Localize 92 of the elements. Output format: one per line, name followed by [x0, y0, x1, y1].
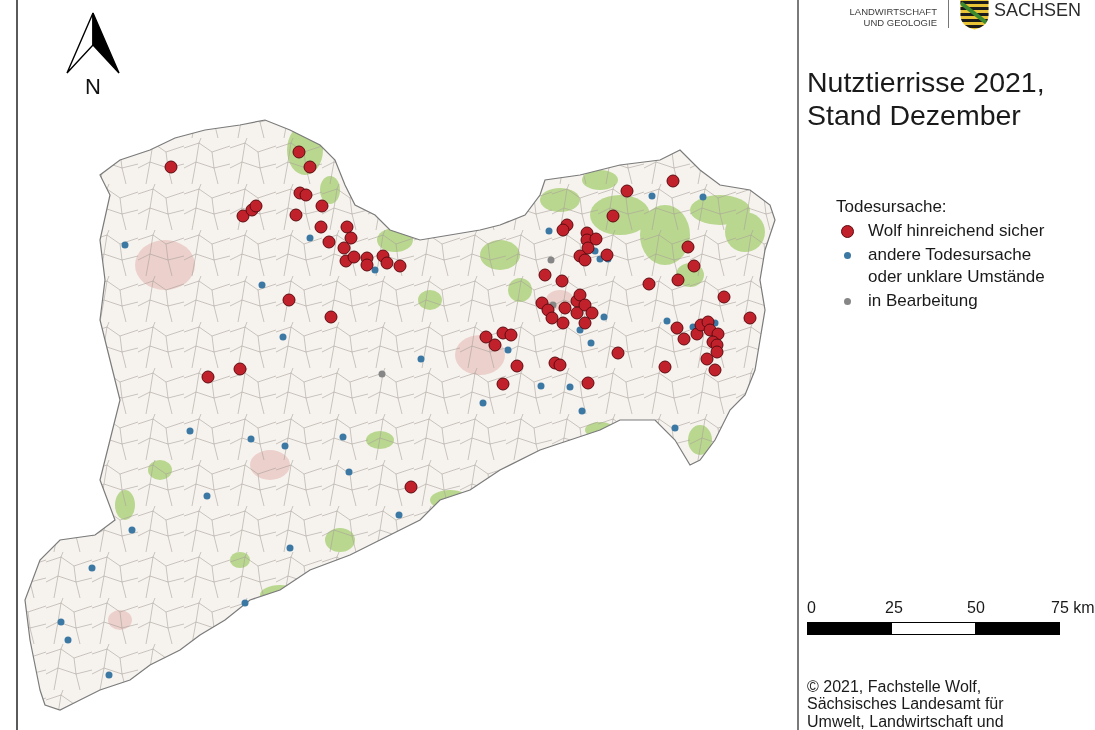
map-marker-icon [201, 370, 215, 384]
map-marker-icon [337, 241, 351, 255]
map-marker-icon [340, 220, 354, 234]
map-marker-icon [620, 184, 634, 198]
map-marker-icon [699, 193, 707, 201]
map-marker-icon [510, 359, 524, 373]
map-marker-icon [105, 671, 113, 679]
map-marker-icon [186, 427, 194, 435]
map-marker-icon [547, 256, 555, 264]
map-marker-icon [247, 435, 255, 443]
north-label: N [85, 74, 101, 99]
map-marker-icon [203, 492, 211, 500]
map-marker-icon [322, 235, 336, 249]
map-marker-icon [556, 223, 570, 237]
map-marker-icon [611, 346, 625, 360]
map-marker-icon [279, 333, 287, 341]
coat-of-arms-icon [959, 0, 989, 30]
map-marker-icon [587, 339, 595, 347]
map-marker-icon [233, 362, 247, 376]
map-marker-icon [671, 273, 685, 287]
copyright-text: © 2021, Fachstelle Wolf, Sächsisches Landesamt für Umwelt, Landwirtschaft und [807, 677, 1005, 730]
map-marker-icon [395, 511, 403, 519]
map-marker-icon [258, 281, 266, 289]
map-marker-icon [417, 355, 425, 363]
legend-label: in Bearbeitung [868, 290, 978, 312]
agency-name: LANDWIRTSCHAFT UND GEOLOGIE [848, 6, 937, 28]
map-marker-icon [537, 382, 545, 390]
map-marker-icon [671, 424, 679, 432]
map-marker-icon [570, 306, 584, 320]
map-marker-icon [648, 192, 656, 200]
map-marker-icon [717, 290, 731, 304]
map-marker-icon [88, 564, 96, 572]
map-marker-icon [347, 250, 361, 264]
map-marker-icon [700, 352, 714, 366]
scale-label: 75 km [1051, 599, 1095, 617]
map-marker-icon [299, 188, 313, 202]
map-marker-icon [553, 358, 567, 372]
map-marker-icon [545, 311, 559, 325]
map-marker-icon [743, 311, 757, 325]
legend-label: Wolf hinreichend sicher [868, 220, 1045, 242]
map-marker-icon [281, 442, 289, 450]
map-marker-icon [292, 145, 306, 159]
map-marker-icon [708, 363, 722, 377]
map-marker-icon [315, 199, 329, 213]
map-marker-icon [496, 377, 510, 391]
map-marker-icon [121, 241, 129, 249]
map-marker-icon [681, 240, 695, 254]
map-marker-icon [339, 433, 347, 441]
map-marker-icon [241, 599, 249, 607]
map-marker-icon [578, 407, 586, 415]
map-marker-icon [642, 277, 656, 291]
map-marker-icon [378, 370, 386, 378]
map-marker-icon [581, 376, 595, 390]
map-marker-icon [282, 293, 296, 307]
map-marker-icon [286, 544, 294, 552]
map-marker-icon [555, 274, 569, 288]
scale-label: 25 [885, 599, 903, 617]
map-marker-icon [393, 259, 407, 273]
map-marker-icon [345, 468, 353, 476]
map-marker-icon [606, 209, 620, 223]
scale-label: 0 [807, 599, 816, 617]
map-marker-icon [578, 298, 592, 312]
map-marker-icon [566, 383, 574, 391]
map-marker-icon [504, 346, 512, 354]
map-marker-icon [687, 259, 701, 273]
map-marker-icon [164, 160, 178, 174]
map-marker-icon [504, 328, 518, 342]
map-marker-icon [324, 310, 338, 324]
map-title: Nutztierrisse 2021, Stand Dezember [807, 66, 1046, 132]
map-marker-icon [479, 330, 493, 344]
map-marker-icon [538, 268, 552, 282]
map-marker-icon [573, 288, 587, 302]
scale-label: 50 [967, 599, 985, 617]
map-marker-icon [249, 199, 263, 213]
map-marker-icon [710, 345, 724, 359]
map-marker-icon [658, 360, 672, 374]
map-marker-icon [289, 208, 303, 222]
north-arrow-icon [66, 12, 120, 74]
map-marker-icon [128, 526, 136, 534]
map-marker-icon [545, 227, 553, 235]
map-marker-icon [404, 480, 418, 494]
state-name: SACHSEN [993, 0, 1081, 20]
map-marker-icon [666, 174, 680, 188]
map-marker-icon [479, 399, 487, 407]
map-marker-icon [64, 636, 72, 644]
map-marker-icon [556, 316, 570, 330]
map-marker-icon [488, 338, 502, 352]
legend-heading: Todesursache: [836, 196, 948, 218]
map-marker-icon [344, 231, 358, 245]
map-marker-icon [236, 209, 250, 223]
map-marker-icon [303, 160, 317, 174]
map-marker-icon [57, 618, 65, 626]
